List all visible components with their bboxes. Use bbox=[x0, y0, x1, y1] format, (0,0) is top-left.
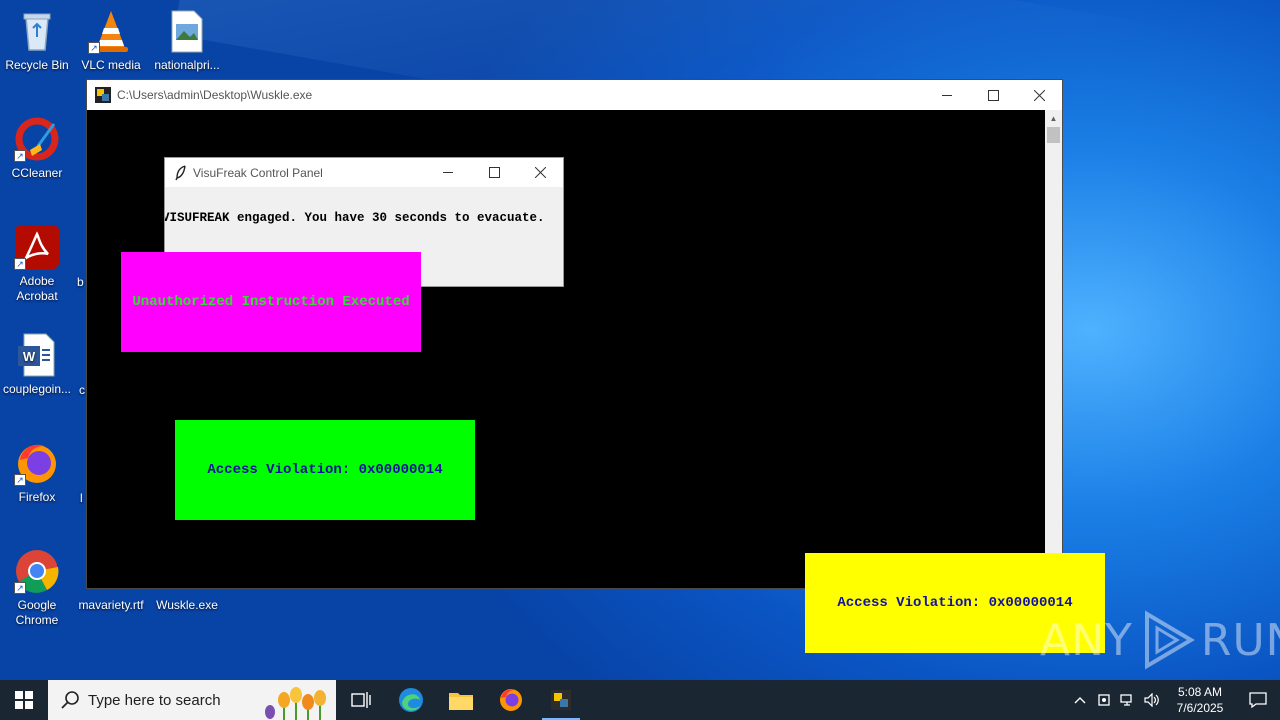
popup-access-violation-green[interactable]: Access Violation: 0x00000014 bbox=[175, 420, 475, 520]
shortcut-arrow-icon: ↗ bbox=[14, 474, 26, 486]
image-file-icon bbox=[164, 8, 210, 54]
taskbar-firefox[interactable] bbox=[486, 680, 536, 720]
taskbar-clock[interactable]: 5:08 AM 7/6/2025 bbox=[1164, 684, 1236, 716]
close-button[interactable] bbox=[1016, 80, 1062, 110]
watermark-text-left: ANY bbox=[1040, 614, 1133, 666]
console-titlebar[interactable]: C:\Users\admin\Desktop\Wuskle.exe bbox=[87, 80, 1062, 110]
scroll-up-arrow-icon[interactable]: ▲ bbox=[1045, 110, 1062, 127]
recycle-bin-icon bbox=[14, 8, 60, 54]
maximize-icon bbox=[987, 89, 999, 101]
start-button[interactable] bbox=[0, 680, 48, 720]
desktop-icon-label: couplegoin... bbox=[2, 382, 72, 396]
feather-icon bbox=[175, 164, 186, 180]
word-document-icon: W bbox=[14, 332, 60, 378]
desktop-icon-label: nationalpri... bbox=[154, 58, 220, 72]
desktop-icon-label-partial: c bbox=[79, 383, 85, 397]
vlc-cone-icon: ↗ bbox=[88, 8, 134, 54]
evacuation-message: VISUFREAK engaged. You have 30 seconds t… bbox=[164, 211, 545, 225]
desktop-icon-wuskle[interactable]: Wuskle.exe bbox=[150, 598, 224, 613]
desktop-icon-label: Firefox bbox=[18, 490, 56, 504]
desktop-icon-firefox[interactable]: ↗ Firefox bbox=[0, 440, 74, 505]
tray-overflow-chevron-icon[interactable] bbox=[1068, 680, 1092, 720]
console-window-controls bbox=[924, 80, 1062, 110]
shortcut-arrow-icon: ↗ bbox=[14, 582, 26, 594]
desktop-icon-label-partial: b bbox=[77, 275, 84, 289]
popup-text: Access Violation: 0x00000014 bbox=[837, 595, 1073, 611]
edge-icon bbox=[399, 688, 423, 712]
console-scrollbar[interactable]: ▲ bbox=[1045, 110, 1062, 588]
task-view-button[interactable] bbox=[336, 680, 386, 720]
acrobat-icon: ↗ bbox=[14, 224, 60, 270]
popup-text: Access Violation: 0x00000014 bbox=[207, 462, 443, 478]
notification-icon bbox=[1249, 692, 1267, 708]
close-icon bbox=[1033, 89, 1045, 101]
control-panel-title: VisuFreak Control Panel bbox=[193, 165, 323, 180]
desktop-icon-vlc[interactable]: ↗ VLC media bbox=[74, 8, 148, 73]
search-icon bbox=[61, 691, 79, 709]
maximize-button[interactable] bbox=[471, 158, 517, 187]
desktop-icon-google-chrome[interactable]: ↗ Google Chrome bbox=[0, 548, 74, 628]
svg-text:W: W bbox=[23, 349, 36, 364]
desktop-icon-ccleaner[interactable]: ↗ CCleaner bbox=[0, 116, 74, 181]
taskbar-file-explorer[interactable] bbox=[436, 680, 486, 720]
desktop-icon-recycle-bin[interactable]: Recycle Bin bbox=[0, 8, 74, 73]
play-triangle-icon bbox=[1144, 610, 1195, 670]
shortcut-arrow-icon: ↗ bbox=[14, 258, 26, 270]
tray-app-icon[interactable] bbox=[1092, 680, 1116, 720]
popup-unauthorized-instruction[interactable]: Unauthorized Instruction Executed bbox=[121, 252, 421, 352]
firefox-icon bbox=[500, 689, 522, 711]
desktop-icon-label: Wuskle.exe bbox=[156, 598, 218, 612]
taskbar-wuskle[interactable] bbox=[536, 680, 586, 720]
taskbar: Type here to search 5:08 AM 7/6/2025 bbox=[0, 680, 1280, 720]
scrollbar-thumb[interactable] bbox=[1047, 127, 1060, 143]
taskbar-search-box[interactable]: Type here to search bbox=[48, 680, 336, 720]
anyrun-watermark: ANY RUN bbox=[1040, 608, 1280, 672]
minimize-icon bbox=[941, 94, 952, 96]
desktop-icon-mavariety[interactable]: mavariety.rtf bbox=[74, 598, 148, 613]
taskbar-edge[interactable] bbox=[386, 680, 436, 720]
network-icon[interactable] bbox=[1116, 680, 1140, 720]
desktop-icon-label: Adobe Acrobat bbox=[16, 274, 58, 303]
system-tray: 5:08 AM 7/6/2025 bbox=[1068, 680, 1280, 720]
python-exe-icon bbox=[95, 87, 111, 103]
maximize-button[interactable] bbox=[970, 80, 1016, 110]
console-window-title: C:\Users\admin\Desktop\Wuskle.exe bbox=[117, 88, 313, 102]
minimize-button[interactable] bbox=[924, 80, 970, 110]
task-view-icon bbox=[351, 692, 371, 708]
desktop-icon-label: mavariety.rtf bbox=[78, 598, 144, 612]
clock-time: 5:08 AM bbox=[1177, 685, 1223, 699]
chrome-icon: ↗ bbox=[14, 548, 60, 594]
shortcut-arrow-icon: ↗ bbox=[88, 42, 100, 54]
watermark-text-right: RUN bbox=[1200, 614, 1280, 666]
desktop-icon-label: VLC media bbox=[81, 58, 141, 72]
shortcut-arrow-icon: ↗ bbox=[14, 150, 26, 162]
clock-date: 7/6/2025 bbox=[1176, 701, 1224, 715]
python-exe-icon bbox=[551, 690, 571, 710]
control-panel-titlebar[interactable]: VisuFreak Control Panel bbox=[165, 158, 563, 187]
minimize-button[interactable] bbox=[425, 158, 471, 187]
desktop-icon-label: Google Chrome bbox=[15, 598, 59, 627]
desktop-icon-nationalpri[interactable]: nationalpri... bbox=[150, 8, 224, 73]
desktop-icon-label: CCleaner bbox=[11, 166, 63, 180]
desktop-icon-label: Recycle Bin bbox=[5, 58, 69, 72]
maximize-icon bbox=[488, 167, 500, 178]
close-icon bbox=[534, 167, 546, 178]
close-button[interactable] bbox=[517, 158, 563, 187]
tulips-decoration-icon bbox=[265, 687, 326, 720]
folder-icon bbox=[449, 693, 473, 710]
windows-logo-icon bbox=[15, 691, 33, 709]
volume-icon[interactable] bbox=[1140, 680, 1164, 720]
control-panel-controls bbox=[425, 158, 563, 187]
search-placeholder: Type here to search bbox=[88, 691, 221, 709]
firefox-icon: ↗ bbox=[14, 440, 60, 486]
minimize-icon bbox=[442, 172, 453, 173]
notification-center-button[interactable] bbox=[1236, 680, 1280, 720]
ccleaner-icon: ↗ bbox=[14, 116, 60, 162]
desktop-icon-adobe-acrobat[interactable]: ↗ Adobe Acrobat bbox=[0, 224, 74, 304]
popup-text: Unauthorized Instruction Executed bbox=[132, 294, 410, 310]
desktop-icon-label-partial: l bbox=[80, 491, 83, 505]
desktop-icon-couplegoin[interactable]: W couplegoin... bbox=[0, 332, 74, 397]
